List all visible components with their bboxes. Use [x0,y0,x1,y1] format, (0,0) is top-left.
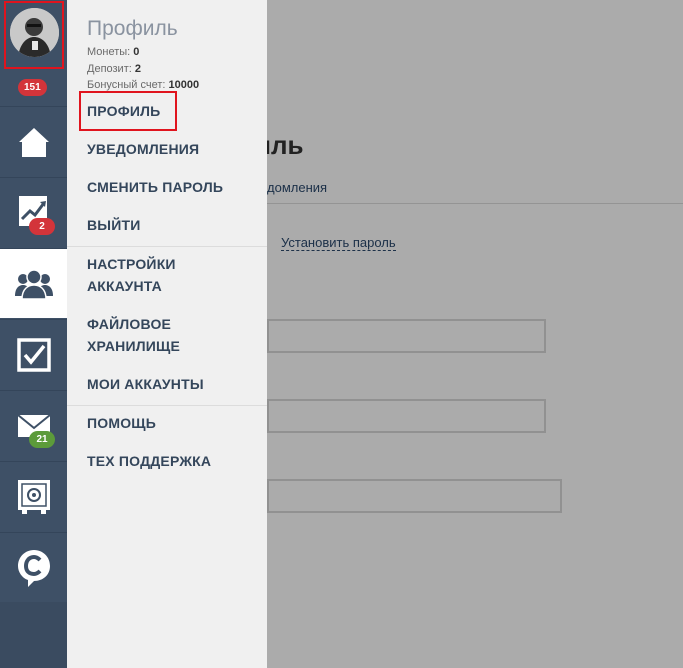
sidebar-rail: 151 2 21 [0,0,67,668]
menu-item-account-settings[interactable]: НАСТРОЙКИ АККАУНТА [87,253,176,297]
sidebar-item-chat[interactable] [0,532,67,602]
chart-badge: 2 [29,218,55,235]
sidebar-item-mail[interactable]: 21 [0,390,67,460]
sidebar-item-safe[interactable] [0,461,67,531]
users-icon [14,268,53,300]
stat-bonus: Бонусный счет: 10000 [87,79,199,91]
safe-icon [17,479,50,514]
avatar-highlight [4,1,64,69]
checkbox-icon [16,337,51,372]
sidebar-item-chart[interactable]: 2 [0,177,67,247]
mail-badge: 21 [29,431,55,448]
menu-item-logout[interactable]: ВЫЙТИ [87,214,141,236]
profile-item-highlight [79,91,177,131]
menu-item-help[interactable]: ПОМОЩЬ [87,412,156,434]
stat-coins: Монеты: 0 [87,46,139,58]
menu-item-tech-support[interactable]: ТЕХ ПОДДЕРЖКА [87,450,211,472]
menu-item-my-accounts[interactable]: МОИ АККАУНТЫ [87,373,204,395]
sidebar-item-users[interactable] [0,248,67,318]
sidebar-item-home[interactable] [0,106,67,176]
sidebar-item-tasks[interactable] [0,319,67,389]
stat-deposit-value: 2 [134,63,141,75]
home-icon [18,127,49,157]
stat-deposit: Депозит: 2 [87,63,141,75]
menu-divider [67,405,267,406]
avatar[interactable] [10,8,59,57]
avatar-notification-badge: 151 [18,79,47,96]
file-storage-line-2: ХРАНИЛИЩЕ [87,338,181,354]
stat-coins-label: Монеты: [87,46,131,58]
stat-deposit-label: Депозит: [87,63,132,75]
chat-c-icon [17,549,50,587]
account-settings-line-1: НАСТРОЙКИ [87,256,176,272]
menu-item-notifications[interactable]: УВЕДОМЛЕНИЯ [87,138,199,160]
panel-title: Профиль [87,17,178,40]
stat-bonus-value: 10000 [168,79,200,91]
menu-item-change-password[interactable]: СМЕНИТЬ ПАРОЛЬ [87,176,223,198]
menu-divider [67,246,267,247]
avatar-section: 151 [0,0,67,104]
menu-item-file-storage[interactable]: ФАЙЛОВОЕ ХРАНИЛИЩЕ [87,313,180,357]
sidebar-filler [0,602,67,668]
stat-bonus-label: Бонусный счет: [87,79,166,91]
stat-coins-value: 0 [133,46,140,58]
account-settings-line-2: АККАУНТА [87,278,162,294]
file-storage-line-1: ФАЙЛОВОЕ [87,316,172,332]
